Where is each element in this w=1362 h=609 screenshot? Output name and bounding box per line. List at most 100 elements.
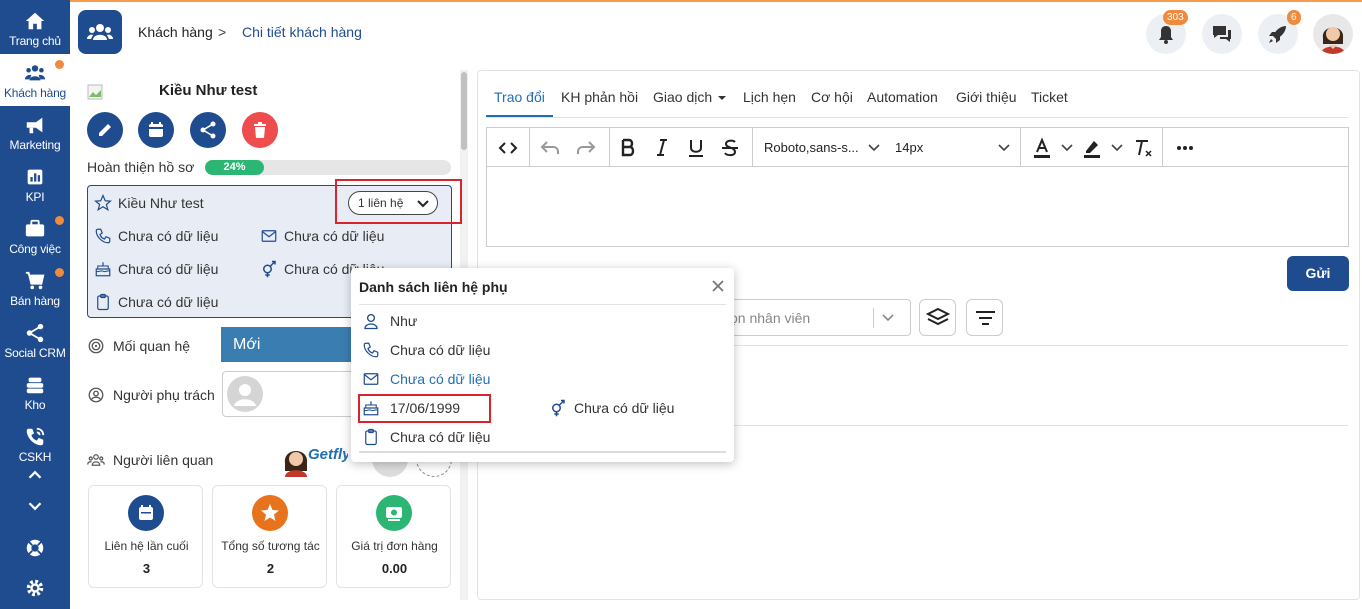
chevron-down-icon[interactable] — [1060, 141, 1074, 155]
relation-select[interactable]: Mới — [221, 327, 361, 362]
tab-kh-phan-hoi[interactable]: KH phản hồi — [561, 89, 638, 105]
chevron-down-icon[interactable] — [24, 495, 46, 517]
popup-divider — [359, 304, 726, 305]
caret-down-icon[interactable] — [717, 94, 727, 102]
staff-select[interactable]: ọn nhân viên — [720, 299, 911, 336]
tab-automation[interactable]: Automation — [867, 89, 938, 105]
redo-icon[interactable] — [575, 137, 597, 159]
stat-order-value: Giá trị đơn hàng 0.00 — [336, 485, 451, 588]
rocket-button[interactable]: 6 — [1258, 10, 1301, 54]
nav-label: Kho — [24, 398, 46, 412]
popup-email-value[interactable]: Chưa có dữ liệu — [390, 371, 490, 387]
gender-icon — [552, 399, 565, 417]
delete-button[interactable] — [242, 112, 278, 148]
font-family-select[interactable]: Roboto,sans-s... — [764, 140, 859, 155]
source-code-icon[interactable] — [497, 137, 519, 159]
gear-icon[interactable] — [24, 577, 46, 599]
highlight-color-icon[interactable] — [1081, 137, 1103, 159]
bold-icon[interactable] — [617, 137, 639, 159]
layers-icon — [925, 307, 951, 326]
star-icon[interactable] — [94, 194, 112, 212]
schedule-button[interactable] — [138, 112, 174, 148]
tab-gioi-thieu[interactable]: Giới thiệu — [956, 89, 1017, 105]
related-company-logo[interactable]: Getfly — [308, 446, 348, 472]
gender-icon — [263, 260, 276, 278]
select-divider — [873, 308, 874, 328]
strikethrough-icon[interactable] — [719, 137, 741, 159]
tab-co-hoi[interactable]: Cơ hội — [811, 89, 853, 105]
warehouse-icon — [26, 377, 44, 394]
tab-giao-dich[interactable]: Giao dịch — [653, 89, 712, 105]
broken-image-icon — [87, 84, 103, 100]
chevron-down-icon[interactable] — [867, 141, 881, 155]
notifications-button[interactable]: 303 — [1146, 10, 1188, 54]
scrollbar-thumb[interactable] — [461, 72, 467, 150]
share-icon — [200, 121, 216, 139]
nav-item-cskh[interactable]: CSKH — [0, 418, 70, 470]
breadcrumb-separator: > — [218, 24, 227, 40]
stat-value: 2 — [266, 561, 275, 576]
card-note-value: Chưa có dữ liệu — [118, 294, 219, 310]
stat-last-contact-icon-wrap — [128, 495, 164, 531]
nav-label: CSKH — [18, 450, 52, 464]
italic-icon[interactable] — [651, 137, 673, 159]
calendar-icon — [139, 505, 153, 520]
owner-label: Người phụ trách — [113, 387, 215, 403]
toolbar-separator — [1020, 127, 1021, 167]
chevron-up-icon[interactable] — [24, 464, 46, 486]
nav-label: Social CRM — [4, 346, 66, 360]
text-color-icon[interactable] — [1031, 137, 1053, 159]
default-user-icon — [234, 384, 256, 406]
editor-toolbar-divider — [486, 166, 1349, 167]
more-options-icon[interactable] — [1174, 137, 1196, 159]
share-button[interactable] — [190, 112, 226, 148]
stat-value: 0.00 — [381, 561, 408, 576]
card-phone-value: Chưa có dữ liệu — [118, 228, 219, 244]
stat-last-contact: Liên hệ lần cuối 3 — [88, 485, 203, 588]
underline-icon[interactable] — [685, 137, 707, 159]
nav-item-warehouse[interactable]: Kho — [0, 366, 70, 418]
main-sidebar: Trang chủ Khách hàng Marketing KPI Công … — [0, 0, 70, 609]
nav-item-tasks[interactable]: Công việc — [0, 210, 70, 262]
card-birthday-value: Chưa có dữ liệu — [118, 261, 219, 277]
undo-icon[interactable] — [539, 137, 561, 159]
pencil-icon — [99, 124, 111, 136]
nav-label: KPI — [25, 190, 45, 204]
customers-icon — [87, 24, 113, 40]
nav-item-home[interactable]: Trang chủ — [0, 2, 70, 54]
toolbar-separator — [609, 127, 610, 167]
font-size-select[interactable]: 14px — [895, 140, 923, 155]
customers-header-icon — [78, 10, 122, 54]
clear-format-icon[interactable] — [1132, 137, 1154, 159]
lifebuoy-icon[interactable] — [24, 537, 46, 559]
money-icon — [386, 507, 402, 521]
user-avatar[interactable] — [1313, 14, 1353, 54]
send-button[interactable]: Gửi — [1287, 256, 1349, 291]
chat-button[interactable] — [1202, 14, 1242, 54]
layers-button[interactable] — [919, 299, 956, 336]
nav-item-social-crm[interactable]: Social CRM — [0, 314, 70, 366]
tab-ticket[interactable]: Ticket — [1031, 89, 1068, 105]
nav-item-marketing[interactable]: Marketing — [0, 106, 70, 158]
calendar-icon — [149, 122, 163, 137]
notification-count-badge: 303 — [1163, 10, 1188, 25]
tab-trao-doi[interactable]: Trao đổi — [494, 89, 545, 105]
tab-lich-hen[interactable]: Lịch hẹn — [743, 89, 796, 105]
rocket-count-badge: 6 — [1287, 10, 1301, 25]
close-icon[interactable] — [710, 278, 726, 294]
highlight-contact-select — [335, 179, 462, 224]
popup-gender-value: Chưa có dữ liệu — [574, 400, 675, 416]
chevron-down-icon[interactable] — [997, 141, 1011, 155]
chevron-down-icon[interactable] — [1110, 141, 1124, 155]
filter-button[interactable] — [966, 299, 1003, 336]
breadcrumb-customer-detail: Chi tiết khách hàng — [242, 24, 362, 40]
nav-item-customers[interactable]: Khách hàng — [0, 54, 70, 106]
breadcrumb-customers[interactable]: Khách hàng — [138, 24, 213, 40]
nav-item-kpi[interactable]: KPI — [0, 158, 70, 210]
nav-label: Công việc — [9, 242, 61, 256]
nav-label: Marketing — [9, 138, 61, 152]
popup-name-value: Như — [390, 313, 418, 329]
chat-icon — [1213, 26, 1231, 42]
nav-item-sales[interactable]: Bán hàng — [0, 262, 70, 314]
edit-button[interactable] — [87, 112, 123, 148]
